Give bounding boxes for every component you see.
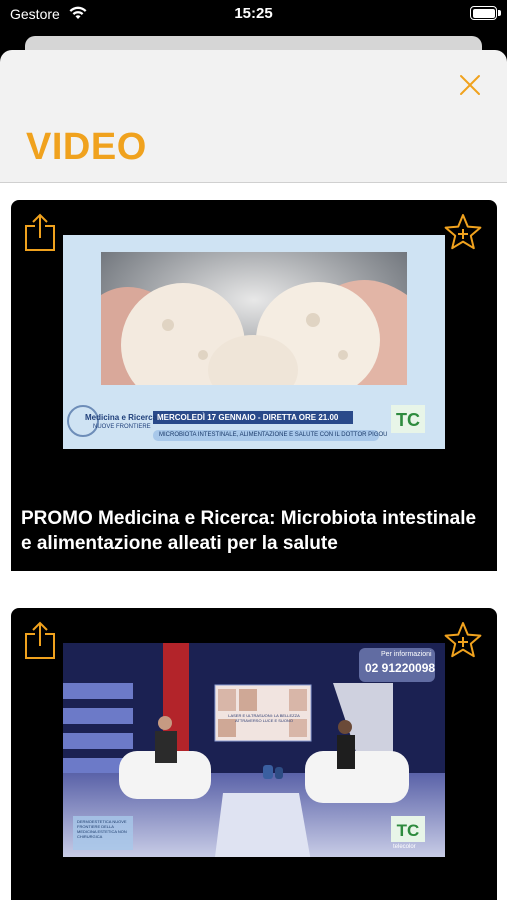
video-thumbnail[interactable]: TC Medicina e Ricerca NUOVE FRONTIERE ME…	[63, 235, 445, 449]
video-title[interactable]: PROMO Medicina e Ricerca: Microbiota int…	[21, 506, 481, 556]
ticker-text: MICROBIOTA INTESTINALE, ALIMENTAZIONE E …	[159, 432, 388, 438]
video-sheet: VIDEO TC Medicina e Ricerca NUOVE FRONTI…	[0, 50, 507, 900]
share-icon[interactable]	[23, 212, 57, 252]
status-time: 15:25	[234, 5, 273, 22]
close-icon[interactable]	[455, 70, 485, 100]
svg-text:TC: TC	[396, 410, 420, 430]
video-card[interactable]: TC Medicina e Ricerca NUOVE FRONTIERE ME…	[11, 200, 497, 571]
program-subtitle: NUOVE FRONTIERE	[93, 424, 151, 430]
info-phone: 02 91220098	[365, 661, 436, 675]
status-bar: Gestore 15:25	[0, 0, 507, 30]
video-list[interactable]: TC Medicina e Ricerca NUOVE FRONTIERE ME…	[0, 183, 507, 900]
battery-icon	[470, 6, 497, 20]
channel-logo-sub: telecolor	[393, 844, 416, 850]
svg-text:TC: TC	[397, 821, 420, 840]
screen-text: LASER E ULTRASUONI: LA BELLEZZA ATTRAVER…	[228, 713, 300, 723]
date-banner: MERCOLEDÌ 17 GENNAIO - DIRETTA ORE 21.00	[157, 413, 339, 422]
star-plus-icon[interactable]	[443, 620, 483, 660]
program-name: Medicina e Ricerca	[85, 413, 158, 422]
program-box: DERMOESTETICA NUOVE FRONTIERE DELLA MEDI…	[77, 819, 127, 839]
star-plus-icon[interactable]	[443, 212, 483, 252]
info-label: Per informazioni	[381, 651, 432, 658]
share-icon[interactable]	[23, 620, 57, 660]
page-title: VIDEO	[26, 126, 147, 168]
video-thumbnail[interactable]: TC Per informazioni 02 91220098 LASER E …	[63, 643, 445, 857]
video-card[interactable]: TC Per informazioni 02 91220098 LASER E …	[11, 608, 497, 900]
